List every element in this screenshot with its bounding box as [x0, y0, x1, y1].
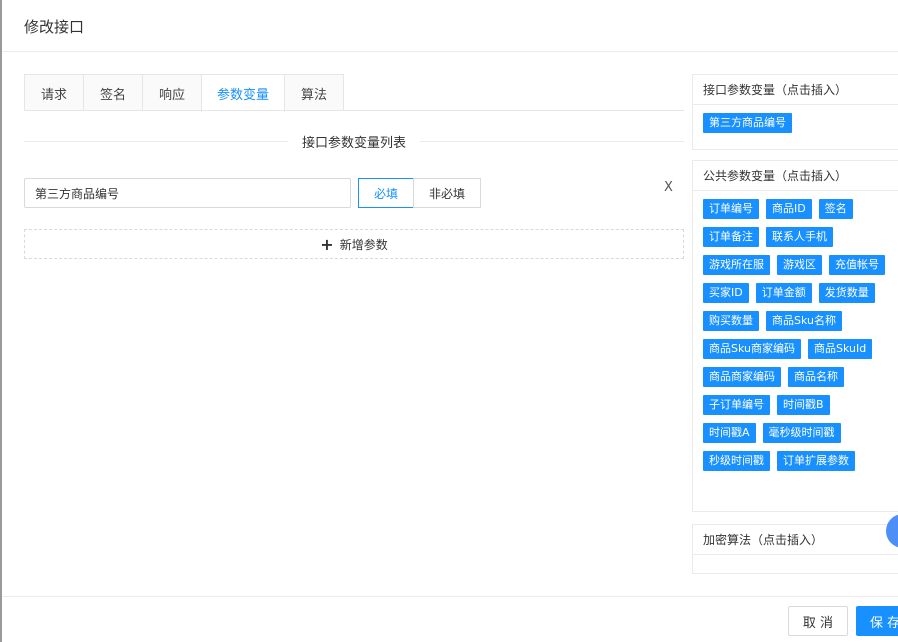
public-var-tag[interactable]: 子订单编号 — [703, 395, 770, 415]
algorithm-title: 加密算法（点击插入） — [693, 525, 898, 555]
tab-param-variables[interactable]: 参数变量 — [201, 74, 285, 112]
public-var-tag[interactable]: 订单编号 — [703, 199, 759, 219]
public-var-tag[interactable]: 秒级时间戳 — [703, 451, 770, 471]
tab-request[interactable]: 请求 — [24, 74, 84, 111]
tab-response[interactable]: 响应 — [142, 74, 202, 111]
required-button[interactable]: 必填 — [358, 178, 414, 208]
public-var-tag[interactable]: 充值帐号 — [829, 255, 885, 275]
tab-bar: 请求 签名 响应 参数变量 算法 — [24, 74, 344, 112]
public-var-tag[interactable]: 商品名称 — [788, 367, 844, 387]
interface-vars-title: 接口参数变量（点击插入） — [693, 75, 898, 105]
public-var-tag[interactable]: 游戏区 — [777, 255, 822, 275]
dialog-title: 修改接口 — [24, 18, 85, 36]
background-edge — [0, 0, 2, 642]
public-var-tag[interactable]: 游戏所在服 — [703, 255, 770, 275]
public-var-tag[interactable]: 联系人手机 — [766, 227, 833, 247]
public-var-tag[interactable]: 商品Sku商家编码 — [703, 339, 801, 359]
optional-button[interactable]: 非必填 — [413, 178, 481, 208]
param-list-header: 接口参数变量列表 — [24, 130, 684, 152]
public-vars-title: 公共参数变量（点击插入） — [693, 161, 898, 191]
public-vars-panel: 公共参数变量（点击插入） 订单编号 商品ID 签名订单备注 联系人手机游戏所在服 游戏区… — [692, 160, 898, 512]
add-param-button[interactable]: + 新增参数 — [24, 229, 684, 259]
public-var-tag[interactable]: 发货数量 — [818, 283, 875, 303]
remove-param-button[interactable]: X — [664, 180, 673, 195]
interface-vars-tags: 第三方商品编号 — [693, 105, 898, 145]
plus-icon: + — [320, 234, 334, 254]
public-var-tag[interactable]: 毫秒级时间戳 — [762, 423, 841, 443]
interface-vars-panel: 接口参数变量（点击插入） 第三方商品编号 — [692, 74, 898, 150]
tab-divider — [24, 110, 684, 111]
public-var-tag[interactable]: 购买数量 — [703, 311, 759, 331]
public-var-tag[interactable]: 商品Sku名称 — [766, 311, 842, 331]
interface-var-tag[interactable]: 第三方商品编号 — [703, 113, 792, 133]
algorithm-panel: 加密算法（点击插入） — [692, 524, 898, 574]
dialog-header: 修改接口 — [2, 0, 898, 52]
public-vars-tags: 订单编号 商品ID 签名订单备注 联系人手机游戏所在服 游戏区 充值帐号买家ID 订单金额发… — [693, 191, 898, 483]
cancel-button[interactable]: 取 消 — [788, 606, 848, 636]
public-var-tag[interactable]: 商品ID — [766, 199, 812, 219]
footer-divider — [2, 596, 898, 597]
public-var-tag[interactable]: 买家ID — [703, 283, 749, 303]
tab-signature[interactable]: 签名 — [83, 74, 143, 111]
tab-algorithm[interactable]: 算法 — [284, 74, 344, 111]
add-param-label: 新增参数 — [339, 237, 388, 252]
save-button[interactable]: 保 存 — [856, 606, 898, 636]
public-var-tag[interactable]: 商品SkuId — [808, 339, 873, 359]
public-var-tag[interactable]: 商品商家编码 — [703, 367, 781, 387]
param-name-input[interactable] — [24, 178, 351, 208]
public-var-tag[interactable]: 订单备注 — [703, 227, 759, 247]
public-var-tag[interactable]: 签名 — [818, 199, 853, 219]
public-var-tag[interactable]: 时间戳A — [703, 423, 756, 443]
public-var-tag[interactable]: 时间戳B — [777, 395, 830, 415]
public-var-tag[interactable]: 订单扩展参数 — [777, 451, 855, 471]
param-list-title: 接口参数变量列表 — [287, 136, 420, 151]
public-var-tag[interactable]: 订单金额 — [755, 283, 812, 303]
